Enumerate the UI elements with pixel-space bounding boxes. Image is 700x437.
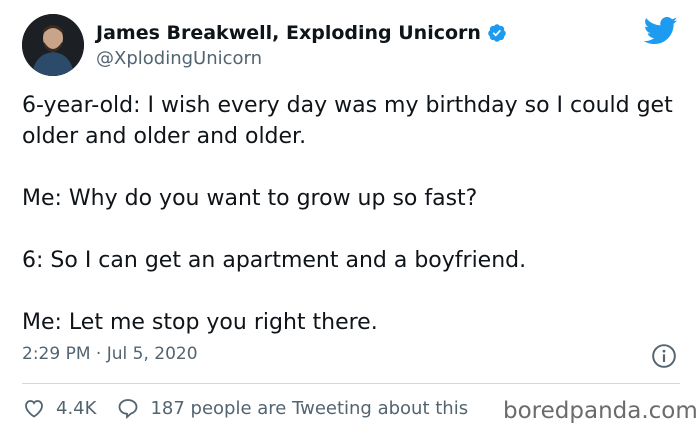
avatar[interactable] (22, 14, 84, 76)
author-handle[interactable]: @XplodingUnicorn (96, 48, 262, 69)
tweet-paragraph: Me: Let me stop you right there. (22, 310, 378, 335)
tweeting-about-label: 187 people are Tweeting about this (150, 397, 469, 419)
tweet-paragraph: 6: So I can get an apartment and a boyfr… (22, 248, 527, 273)
tweeting-about-link[interactable]: 187 people are Tweeting about this (116, 396, 468, 420)
tweet-paragraph: 6-year-old: I wish every day was my birt… (22, 93, 673, 149)
verified-badge-icon (488, 24, 506, 42)
tweet-actions: 4.4K 187 people are Tweeting about this (22, 396, 468, 420)
twitter-bird-icon[interactable] (644, 16, 678, 46)
like-button[interactable]: 4.4K (22, 396, 96, 420)
avatar-image (22, 14, 84, 76)
tweet-text: 6-year-old: I wish every day was my birt… (22, 90, 682, 338)
heart-icon (25, 400, 43, 418)
like-count: 4.4K (56, 397, 97, 419)
tweet-paragraph: Me: Why do you want to grow up so fast? (22, 186, 478, 211)
watermark: boredpanda.com (503, 398, 698, 424)
info-icon[interactable] (651, 343, 677, 369)
divider (22, 383, 680, 384)
comment-bubble-icon (119, 399, 138, 419)
tweet-timestamp[interactable]: 2:29 PM · Jul 5, 2020 (22, 344, 198, 364)
author-name[interactable]: James Breakwell, Exploding Unicorn (96, 22, 481, 44)
